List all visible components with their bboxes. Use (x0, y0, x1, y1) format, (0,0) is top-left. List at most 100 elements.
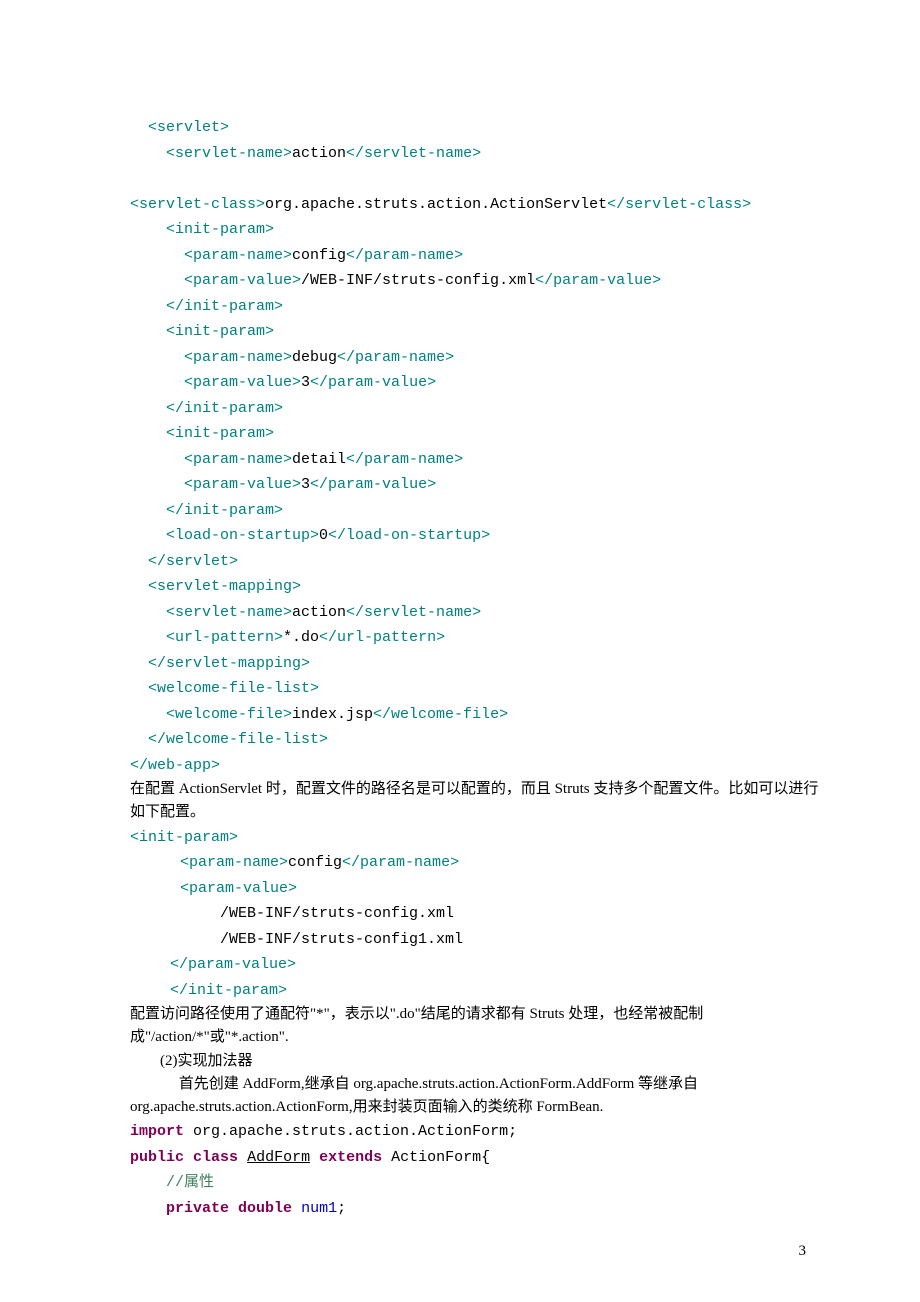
xml-tag: <init-param> (130, 829, 238, 846)
xml-text: debug (292, 349, 337, 366)
xml-text: /WEB-INF/struts-config1.xml (220, 931, 463, 948)
code-line: <param-name>config</param-name> (130, 850, 830, 876)
java-field: num1 (301, 1200, 337, 1217)
paragraph: 配置访问路径使用了通配符"*"，表示以".do"结尾的请求都有 Struts 处… (130, 1003, 830, 1050)
xml-text: *.do (283, 629, 319, 646)
code-line: <param-name>debug</param-name> (130, 345, 830, 371)
xml-tag: </init-param> (130, 502, 283, 519)
xml-text: org.apache.struts.action.ActionServlet (265, 196, 607, 213)
code-line: <param-value>/WEB-INF/struts-config.xml<… (130, 268, 830, 294)
code-line: import org.apache.struts.action.ActionFo… (130, 1119, 830, 1145)
xml-tag: </servlet-mapping> (130, 655, 310, 672)
xml-text: config (288, 854, 342, 871)
code-line: </servlet-mapping> (130, 651, 830, 677)
xml-text: 3 (301, 374, 310, 391)
code-line: </init-param> (130, 294, 830, 320)
code-line: <param-value> (130, 876, 830, 902)
xml-tag: </url-pattern> (319, 629, 445, 646)
xml-tag: </param-name> (337, 349, 454, 366)
xml-tag: </init-param> (170, 982, 287, 999)
code-line: </param-value> (130, 952, 830, 978)
xml-tag: </param-value> (535, 272, 661, 289)
xml-tag: <welcome-file-list> (130, 680, 319, 697)
code-line: <init-param> (130, 319, 830, 345)
code-line: </init-param> (130, 498, 830, 524)
code-line (130, 166, 830, 192)
xml-tag: <url-pattern> (130, 629, 283, 646)
xml-tag: </load-on-startup> (328, 527, 490, 544)
xml-text: action (292, 145, 346, 162)
xml-text: index.jsp (292, 706, 373, 723)
xml-tag: <servlet-class> (130, 196, 265, 213)
xml-tag: <load-on-startup> (130, 527, 319, 544)
xml-tag: </welcome-file-list> (130, 731, 328, 748)
code-line: <servlet-name>action</servlet-name> (130, 600, 830, 626)
code-line: </servlet> (130, 549, 830, 575)
xml-tag: </init-param> (130, 298, 283, 315)
xml-tag: </param-name> (346, 451, 463, 468)
xml-tag: </servlet-class> (607, 196, 751, 213)
code-line: <param-value>3</param-value> (130, 370, 830, 396)
code-line: public class AddForm extends ActionForm{ (130, 1145, 830, 1171)
code-line: </web-app> (130, 753, 830, 779)
java-keyword: double (238, 1200, 292, 1217)
paragraph: 首先创建 AddForm,继承自 org.apache.struts.actio… (130, 1073, 830, 1120)
code-line: <servlet-mapping> (130, 574, 830, 600)
paragraph: (2)实现加法器 (130, 1050, 830, 1073)
java-classname: AddForm (247, 1149, 310, 1166)
xml-tag: <init-param> (130, 221, 274, 238)
code-line: <param-value>3</param-value> (130, 472, 830, 498)
java-keyword: private (166, 1200, 229, 1217)
java-text: org.apache.struts.action.ActionForm; (184, 1123, 517, 1140)
xml-text: action (292, 604, 346, 621)
page-number: 3 (799, 1239, 807, 1265)
xml-text: /WEB-INF/struts-config.xml (301, 272, 535, 289)
xml-tag: <servlet-name> (130, 145, 292, 162)
xml-tag: <init-param> (130, 425, 274, 442)
code-line: </init-param> (130, 396, 830, 422)
xml-tag: </servlet-name> (346, 604, 481, 621)
xml-tag: </welcome-file> (373, 706, 508, 723)
xml-tag: <servlet-mapping> (130, 578, 301, 595)
code-line: //属性 (130, 1170, 830, 1196)
code-line: </init-param> (130, 978, 830, 1004)
code-line: <welcome-file-list> (130, 676, 830, 702)
xml-tag: <param-value> (130, 374, 301, 391)
java-keyword: class (193, 1149, 238, 1166)
code-line: <load-on-startup>0</load-on-startup> (130, 523, 830, 549)
code-line: private double num1; (130, 1196, 830, 1222)
xml-tag: <servlet> (130, 119, 229, 136)
code-line: <servlet-name>action</servlet-name> (130, 141, 830, 167)
java-keyword: import (130, 1123, 184, 1140)
code-line: <param-name>config</param-name> (130, 243, 830, 269)
code-line: <welcome-file>index.jsp</welcome-file> (130, 702, 830, 728)
xml-text: /WEB-INF/struts-config.xml (220, 905, 454, 922)
code-line: /WEB-INF/struts-config1.xml (130, 927, 830, 953)
xml-tag: </param-name> (342, 854, 459, 871)
xml-tag: <param-value> (130, 272, 301, 289)
java-keyword: extends (319, 1149, 382, 1166)
xml-tag: </init-param> (130, 400, 283, 417)
code-line: <url-pattern>*.do</url-pattern> (130, 625, 830, 651)
xml-tag: <param-value> (180, 880, 297, 897)
xml-tag: </param-value> (310, 374, 436, 391)
java-comment: //属性 (130, 1174, 214, 1191)
java-text: ActionForm{ (382, 1149, 490, 1166)
xml-text: 0 (319, 527, 328, 544)
code-line: <init-param> (130, 421, 830, 447)
xml-tag: <init-param> (130, 323, 274, 340)
code-line: <init-param> (130, 825, 830, 851)
xml-tag: </servlet-name> (346, 145, 481, 162)
code-line: </welcome-file-list> (130, 727, 830, 753)
xml-tag: <param-name> (130, 247, 292, 264)
xml-tag: </param-value> (310, 476, 436, 493)
xml-tag: <servlet-name> (130, 604, 292, 621)
document-page: <servlet> <servlet-name>action</servlet-… (0, 0, 920, 1302)
code-line: <servlet> (130, 115, 830, 141)
xml-tag: <param-name> (130, 451, 292, 468)
xml-text: config (292, 247, 346, 264)
xml-tag: </param-value> (170, 956, 296, 973)
xml-text: detail (292, 451, 346, 468)
xml-tag: <param-name> (130, 349, 292, 366)
code-line: <param-name>detail</param-name> (130, 447, 830, 473)
